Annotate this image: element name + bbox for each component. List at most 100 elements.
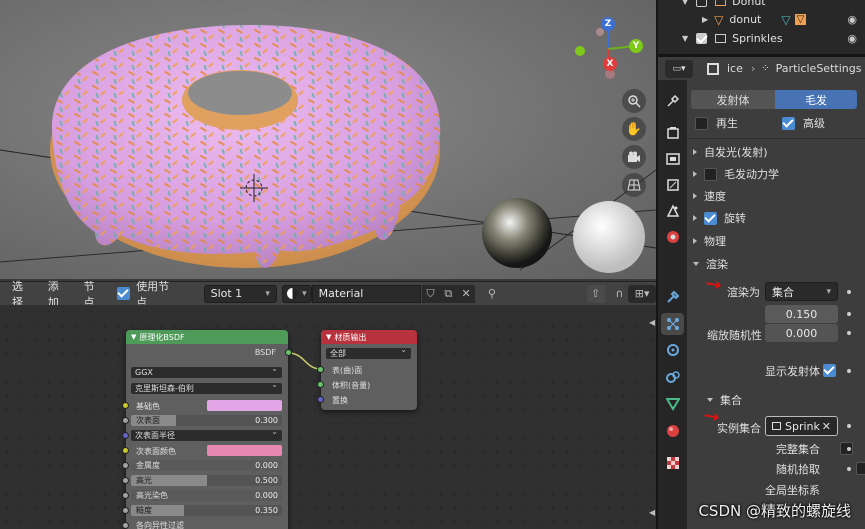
- constraints-icon[interactable]: [661, 366, 684, 388]
- panel-hair-dynamics[interactable]: 毛发动力学: [693, 166, 779, 182]
- snap-icon[interactable]: ⊞▾: [628, 284, 657, 303]
- hair-dynamics-checkbox[interactable]: [704, 167, 717, 181]
- bsdf-node-header[interactable]: ▼ 原理化BSDF: [126, 330, 288, 344]
- instance-collection-field[interactable]: Sprink ✕: [765, 416, 838, 436]
- magnet-icon[interactable]: ∩: [611, 285, 629, 303]
- volume-socket[interactable]: [317, 381, 324, 388]
- object-name[interactable]: ice: [727, 62, 743, 75]
- distribution-dropdown[interactable]: GGX: [131, 364, 282, 378]
- particle-settings-name[interactable]: ParticleSettings: [776, 62, 862, 75]
- type-hair-button[interactable]: 毛发: [775, 90, 857, 109]
- use-nodes-checkbox[interactable]: [117, 287, 131, 300]
- keyframe-dot[interactable]: [847, 312, 851, 316]
- scene-icon[interactable]: [661, 200, 684, 222]
- output-target-dropdown[interactable]: 全部: [326, 345, 411, 359]
- bsdf-output-socket[interactable]: [285, 349, 292, 356]
- editor-type-button[interactable]: ▭▾: [665, 59, 693, 78]
- subsurface-color-socket[interactable]: [122, 447, 129, 454]
- keyframe-dot[interactable]: [847, 331, 851, 335]
- panel-physics[interactable]: 物理: [693, 233, 726, 249]
- close-icon[interactable]: ✕: [822, 420, 831, 433]
- specular-socket[interactable]: [122, 477, 129, 484]
- render-as-dropdown[interactable]: 集合 ▾: [765, 282, 838, 301]
- collection-checkbox[interactable]: [696, 33, 708, 44]
- physics-icon[interactable]: [661, 339, 684, 361]
- collapse-icon[interactable]: ▼: [326, 333, 331, 341]
- scale-random-field[interactable]: 0.000: [765, 324, 838, 342]
- panel-velocity[interactable]: 速度: [693, 188, 726, 204]
- keyframe-dot[interactable]: [847, 467, 851, 471]
- panel-rotation[interactable]: 旋转: [693, 210, 746, 226]
- collapse-icon[interactable]: ▼: [131, 333, 136, 341]
- collapse-left-icon[interactable]: ◀: [649, 508, 658, 522]
- advanced-checkbox[interactable]: [782, 116, 795, 130]
- anisotropic-socket[interactable]: [122, 522, 129, 529]
- visibility-icon[interactable]: ◉: [847, 13, 857, 26]
- output-icon[interactable]: [661, 148, 684, 170]
- subsurface-radius-socket[interactable]: [122, 432, 129, 439]
- modifier-icon[interactable]: [661, 286, 684, 308]
- outliner-row[interactable]: ▼ Sprinkles ◉: [658, 29, 865, 48]
- gizmo-x[interactable]: X: [603, 57, 617, 71]
- displacement-socket[interactable]: [317, 396, 324, 403]
- type-emitter-button[interactable]: 发射体: [691, 90, 775, 109]
- subsurface-socket[interactable]: [122, 417, 129, 424]
- surface-socket[interactable]: [317, 366, 324, 373]
- metallic-field[interactable]: 金属度 0.000: [131, 460, 282, 471]
- scale-field[interactable]: 0.150: [765, 305, 838, 323]
- parent-up-icon[interactable]: ⇧: [586, 284, 605, 303]
- roughness-socket[interactable]: [122, 507, 129, 514]
- material-icon[interactable]: [661, 420, 684, 442]
- specular-tint-field[interactable]: 高光染色 0.000: [131, 490, 282, 501]
- collapse-left-icon[interactable]: ◀: [649, 318, 658, 332]
- advanced-row[interactable]: 高级: [782, 115, 825, 131]
- specular-field[interactable]: 高光 0.500: [131, 475, 282, 486]
- rotation-checkbox[interactable]: [704, 211, 717, 225]
- 3d-viewport[interactable]: Z Y X ✋: [0, 0, 656, 279]
- hand-icon[interactable]: ✋: [622, 117, 646, 141]
- subsurface-color-swatch[interactable]: [207, 445, 282, 456]
- gizmo-y[interactable]: Y: [629, 39, 643, 53]
- gizmo-z[interactable]: Z: [601, 17, 615, 31]
- data-icon[interactable]: [661, 393, 684, 415]
- subsurface-method-dropdown[interactable]: 克里斯坦森-伯利: [131, 380, 282, 394]
- grid-icon[interactable]: [622, 173, 646, 197]
- visibility-icon[interactable]: ◉: [847, 32, 857, 45]
- keyframe-dot[interactable]: [847, 447, 851, 451]
- specular-tint-socket[interactable]: [122, 492, 129, 499]
- outliner[interactable]: ▼ Donut ▶ ▽ donut ▽ ▽ ◉ ▼ Sprinkles ◉: [658, 0, 865, 54]
- pin-icon[interactable]: ⚲: [483, 285, 501, 303]
- keyframe-dot[interactable]: [847, 369, 851, 373]
- base-color-socket[interactable]: [122, 402, 129, 409]
- pick-random-checkbox[interactable]: [856, 462, 865, 475]
- subsurface-field[interactable]: 次表面 0.300: [131, 415, 282, 426]
- material-name-field[interactable]: Material: [311, 284, 421, 303]
- base-color-swatch[interactable]: [207, 400, 282, 411]
- tool-icon[interactable]: [661, 90, 684, 112]
- slot-dropdown[interactable]: Slot 1 ▾: [203, 284, 277, 303]
- principled-bsdf-node[interactable]: ▼ 原理化BSDF BSDF GGX 克里斯坦森-伯利 基础色 次表面 0.30…: [122, 330, 292, 529]
- roughness-field[interactable]: 糙度 0.350: [131, 505, 282, 516]
- material-browse-button[interactable]: ▾: [281, 284, 312, 303]
- panel-emission[interactable]: 自发光(发射): [693, 144, 768, 160]
- material-output-node[interactable]: ▼ 材质输出 全部 表(曲)面 体积(音量) 置换: [317, 330, 417, 410]
- keyframe-dot[interactable]: [847, 424, 851, 428]
- subsurface-radius-dropdown[interactable]: 次表面半径: [131, 427, 282, 441]
- render-icon[interactable]: [661, 122, 684, 144]
- show-emitter-checkbox[interactable]: [823, 364, 836, 377]
- node-editor-canvas[interactable]: ▼ 原理化BSDF BSDF GGX 克里斯坦森-伯利 基础色 次表面 0.30…: [0, 305, 656, 529]
- texture-icon[interactable]: [661, 452, 684, 474]
- panel-render[interactable]: 渲染: [693, 256, 728, 272]
- outliner-row[interactable]: ▶ ▽ donut ▽ ▽ ◉: [658, 10, 865, 29]
- fake-user-icon[interactable]: ⛉: [421, 284, 440, 303]
- duplicate-icon[interactable]: ⧉: [439, 284, 458, 303]
- particles-icon[interactable]: [661, 313, 684, 335]
- world-icon[interactable]: [661, 226, 684, 248]
- close-icon[interactable]: ✕: [457, 284, 475, 303]
- expand-icon[interactable]: ▼: [682, 34, 688, 43]
- regrow-checkbox[interactable]: [695, 116, 708, 130]
- output-node-header[interactable]: ▼ 材质输出: [321, 330, 417, 344]
- expand-icon[interactable]: ▶: [702, 15, 708, 24]
- navigation-gizmo[interactable]: Z Y X: [572, 14, 652, 84]
- regrow-row[interactable]: 再生: [695, 115, 738, 131]
